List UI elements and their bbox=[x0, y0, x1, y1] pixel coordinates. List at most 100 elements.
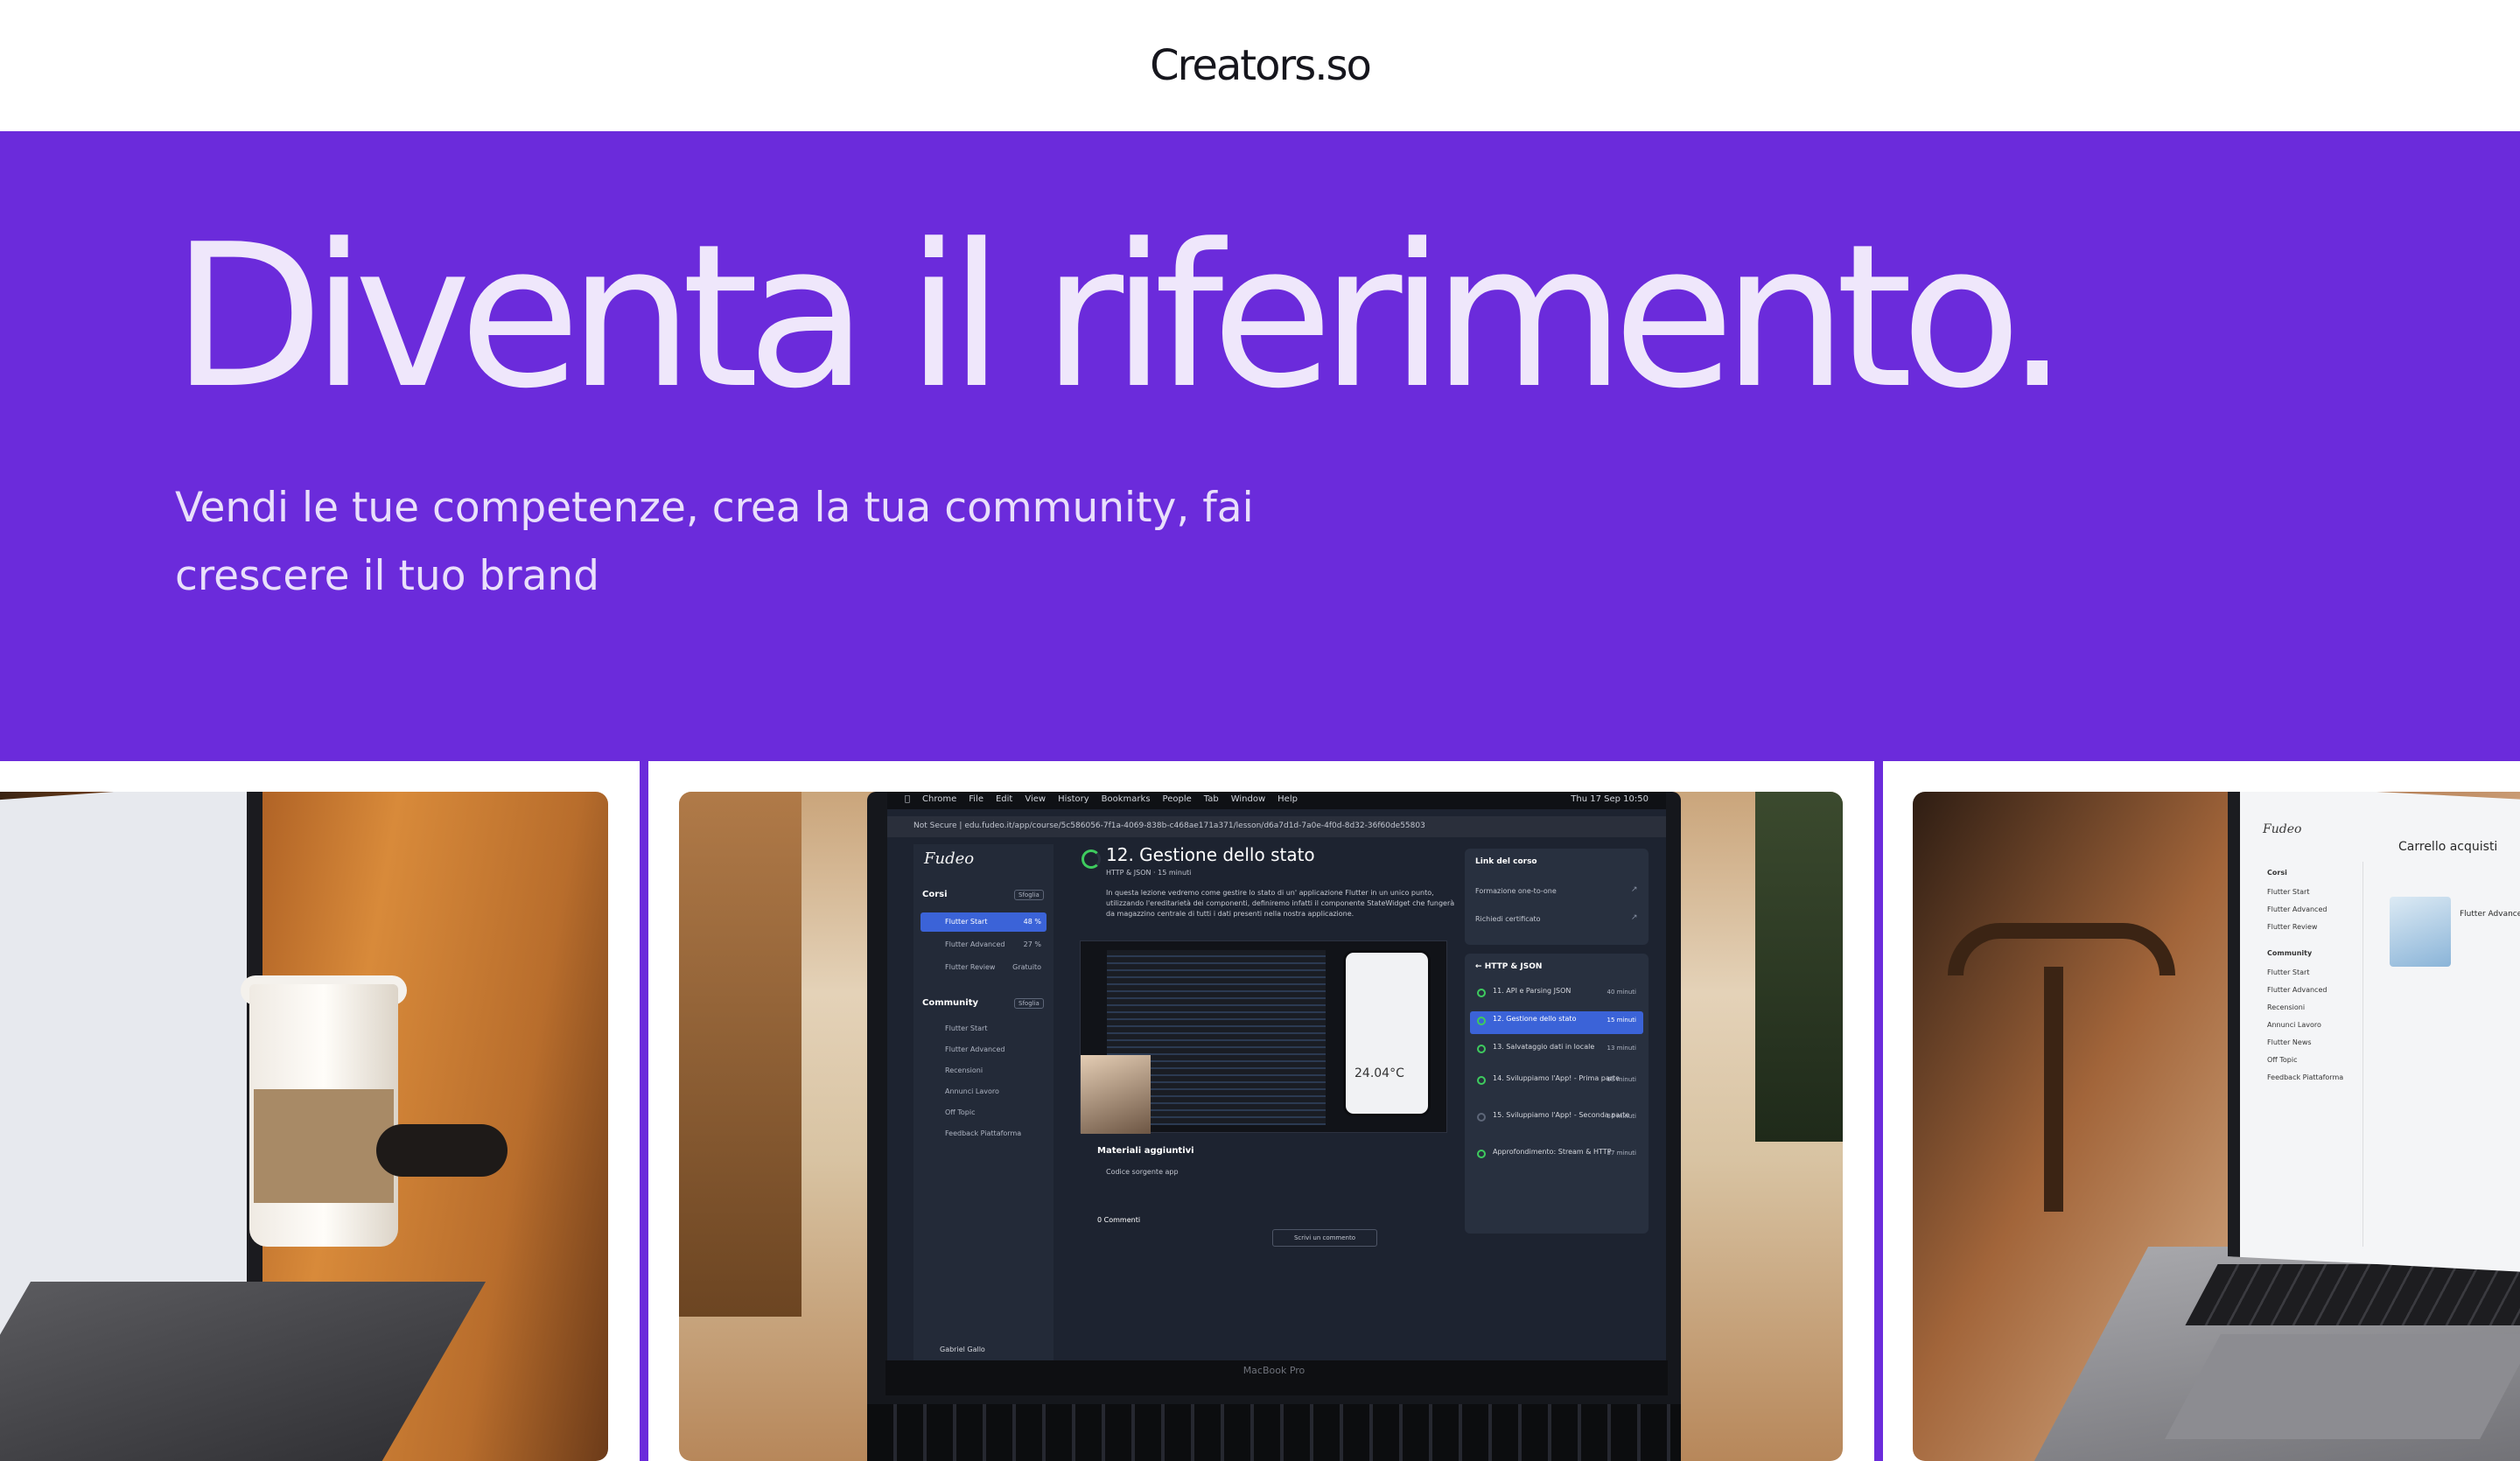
course-right-panel: Link del corso Formazione one-to-one ↗ R… bbox=[1465, 849, 1648, 1234]
chapter-duration: 68 minuti bbox=[1606, 1076, 1636, 1083]
chapter-duration: 40 minuti bbox=[1606, 989, 1636, 996]
menubar-item: View bbox=[1019, 794, 1046, 804]
chapter-duration: 13 minuti bbox=[1606, 1045, 1636, 1052]
phone-temperature: 24.04°C bbox=[1354, 1066, 1404, 1080]
menubar-item: Bookmarks bbox=[1096, 794, 1151, 804]
chapter-label: 12. Gestione dello stato bbox=[1493, 1015, 1577, 1023]
chapter-item: 15. Sviluppiamo l'App! - Seconda parte 3… bbox=[1470, 1108, 1643, 1130]
sidebar-community-item: Flutter Advanced bbox=[945, 1045, 1005, 1053]
chapter-label: 13. Salvataggio dati in locale bbox=[1493, 1043, 1595, 1051]
laptop-label: MacBook Pro bbox=[1242, 1365, 1306, 1376]
menubar-item: File bbox=[963, 794, 984, 804]
hero-title: Diventa il riferimento. bbox=[172, 202, 2068, 432]
site-logo[interactable]: Creators.so bbox=[1150, 41, 1372, 90]
external-link-icon: ↗ bbox=[1631, 885, 1638, 894]
browse-community-button: Sfoglia bbox=[1014, 998, 1044, 1009]
sidebar-item: Flutter Advanced bbox=[2267, 986, 2328, 994]
sidebar-item: Feedback Piattaforma bbox=[2267, 1073, 2344, 1081]
sidebar-item: Flutter Advanced bbox=[2267, 905, 2328, 913]
gallery-divider bbox=[1874, 761, 1883, 1461]
chapter-status-icon bbox=[1477, 1017, 1486, 1025]
course-label: Flutter Start bbox=[945, 918, 988, 926]
browser-url-bar: Not Secure | edu.fudeo.it/app/course/5c5… bbox=[887, 816, 1666, 837]
sidebar-heading: Corsi bbox=[2267, 869, 2287, 877]
menubar-item: History bbox=[1053, 794, 1089, 804]
laptop-screen bbox=[0, 792, 262, 1362]
hero-subtitle: Vendi le tue competenze, crea la tua com… bbox=[175, 484, 1254, 600]
fudeo-logo: Fudeo bbox=[924, 849, 975, 868]
product-name: Flutter Advanced bbox=[2460, 910, 2520, 919]
cart-title: Carrello acquisti bbox=[2398, 840, 2498, 854]
chapter-status-icon bbox=[1477, 1076, 1486, 1085]
menubar-item: Chrome bbox=[917, 794, 956, 804]
chapter-item: 13. Salvataggio dati in locale 13 minuti bbox=[1470, 1039, 1643, 1062]
community-heading: Community bbox=[922, 998, 979, 1008]
sidebar-community-item: Flutter Start bbox=[945, 1024, 988, 1032]
chapter-status-icon bbox=[1477, 1150, 1486, 1158]
chapter-status-icon bbox=[1477, 989, 1486, 997]
sidebar-item: Flutter Start bbox=[2267, 968, 2310, 976]
gallery-image-laptop-cart: Fudeo Carrello acquisti Corsi Flutter St… bbox=[1913, 792, 2520, 1461]
top-navigation-bar: Creators.so bbox=[0, 0, 2520, 131]
glasses bbox=[376, 1124, 508, 1177]
apple-icon:  bbox=[905, 794, 910, 807]
coffee-cup-sleeve bbox=[254, 1089, 394, 1203]
browse-courses-button: Sfoglia bbox=[1014, 890, 1044, 900]
menubar-clock: Thu 17 Sep 10:50 bbox=[1571, 794, 1648, 804]
chapter-box: ← HTTP & JSON 11. API e Parsing JSON 40 … bbox=[1465, 954, 1648, 1234]
sidebar-item: Flutter Review bbox=[2267, 923, 2318, 931]
course-label: Flutter Advanced bbox=[945, 940, 1005, 948]
user-name: Gabriel Gallo bbox=[940, 1346, 985, 1353]
course-progress: 27 % bbox=[1023, 940, 1041, 948]
course-progress: 48 % bbox=[1023, 918, 1041, 926]
course-link: Richiedi certificato bbox=[1475, 915, 1541, 923]
materials-heading: Materiali aggiuntivi bbox=[1097, 1146, 1194, 1156]
chapter-label: 11. API e Parsing JSON bbox=[1493, 987, 1572, 995]
course-progress: Gratuito bbox=[1012, 963, 1041, 971]
sidebar-item: Flutter Start bbox=[2267, 888, 2310, 896]
chapter-status-icon bbox=[1477, 1045, 1486, 1053]
chapter-heading-label: HTTP & JSON bbox=[1484, 962, 1543, 971]
comments-count: 0 Commenti bbox=[1097, 1216, 1141, 1224]
sidebar-course-item: Flutter Review Gratuito bbox=[920, 958, 1046, 977]
laptop-keyboard bbox=[867, 1404, 1681, 1461]
menubar-item: Help bbox=[1272, 794, 1298, 804]
chapter-status-icon bbox=[1477, 1113, 1486, 1122]
sidebar-item: Annunci Lavoro bbox=[2267, 1021, 2321, 1029]
sidebar-community-item: Recensioni bbox=[945, 1066, 984, 1074]
gallery-image-laptop-coffee bbox=[0, 792, 608, 1461]
lesson-content: 12. Gestione dello stato HTTP & JSON · 1… bbox=[1062, 844, 1456, 1360]
sidebar-course-item: Flutter Start 48 % bbox=[920, 912, 1046, 932]
laptop-keyboard bbox=[2185, 1264, 2520, 1325]
sidebar-item: Off Topic bbox=[2267, 1056, 2298, 1064]
menubar-item: Tab bbox=[1198, 794, 1219, 804]
chapter-item: 14. Sviluppiamo l'App! - Prima parte 68 … bbox=[1470, 1071, 1643, 1094]
chapter-label: 14. Sviluppiamo l'App! - Prima parte bbox=[1493, 1074, 1620, 1082]
menubar-item: Edit bbox=[990, 794, 1012, 804]
mac-menubar:  Chrome File Edit View History Bookmark… bbox=[887, 792, 1666, 809]
chapter-item: 11. API e Parsing JSON 40 minuti bbox=[1470, 983, 1643, 1006]
chapter-label: Approfondimento: Stream & HTTP bbox=[1493, 1148, 1612, 1156]
sidebar-community-item: Annunci Lavoro bbox=[945, 1087, 999, 1095]
hero-section: Diventa il riferimento. Vendi le tue com… bbox=[0, 131, 2520, 761]
lesson-video: 24.04°C bbox=[1080, 940, 1447, 1134]
sidebar-course-item: Flutter Advanced 27 % bbox=[920, 935, 1046, 954]
laptop-keyboard bbox=[0, 1282, 486, 1461]
gallery-divider bbox=[640, 761, 648, 1461]
fudeo-logo: Fudeo bbox=[2263, 822, 2302, 836]
laptop-screen:  Chrome File Edit View History Bookmark… bbox=[887, 792, 1666, 1360]
cart-sidebar: Corsi Flutter Start Flutter Advanced Flu… bbox=[2258, 862, 2363, 1247]
laptop-touchpad bbox=[2165, 1334, 2520, 1439]
menubar-item: Window bbox=[1225, 794, 1265, 804]
write-comment-button: Scrivi un commento bbox=[1272, 1229, 1377, 1247]
product-thumbnail bbox=[2390, 897, 2451, 967]
chapter-heading: ← HTTP & JSON bbox=[1475, 962, 1543, 971]
sidebar-community-item: Off Topic bbox=[945, 1108, 976, 1116]
course-sidebar: Fudeo Corsi Sfoglia Flutter Start 48 % F… bbox=[914, 844, 1054, 1360]
external-link-icon: ↗ bbox=[1631, 913, 1638, 922]
chapter-duration: 15 minuti bbox=[1606, 1017, 1636, 1024]
course-link: Formazione one-to-one bbox=[1475, 887, 1557, 895]
lesson-title: 12. Gestione dello stato bbox=[1106, 844, 1315, 865]
sidebar-community-item: Feedback Piattaforma bbox=[945, 1129, 1022, 1137]
phone-simulator: 24.04°C bbox=[1343, 950, 1431, 1116]
